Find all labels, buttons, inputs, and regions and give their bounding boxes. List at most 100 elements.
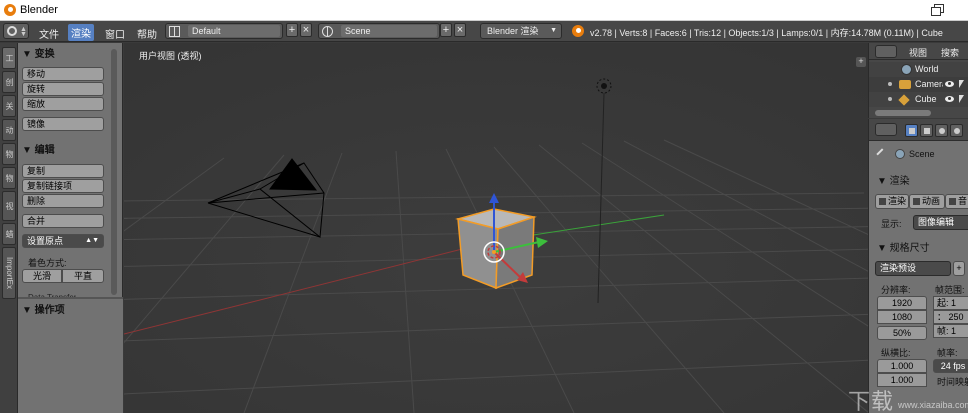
tab-physics-2[interactable]: 物 — [2, 167, 16, 189]
outliner-editor-type-button[interactable] — [875, 45, 897, 58]
viewport-view-label: 用户视图 (透视) — [139, 51, 202, 61]
menu-window[interactable]: 窗口 — [102, 25, 128, 42]
rotate-button[interactable]: 旋转 — [22, 82, 104, 96]
viewport-split-icon[interactable]: + — [856, 57, 866, 67]
visibility-eye-icon[interactable] — [945, 81, 954, 87]
properties-editor-type-button[interactable] — [875, 123, 897, 136]
render-still-button[interactable]: 渲染 — [875, 194, 909, 209]
breadcrumb-scene-label: Scene — [909, 149, 935, 159]
tool-shelf-tabs: 工 创 关 动 物 物 视 蜡 ImportEx — [0, 43, 18, 413]
render-audio-button[interactable]: 音 — [945, 194, 968, 209]
delete-button[interactable]: 删除 — [22, 194, 104, 208]
resolution-label: 分辨率: — [881, 285, 911, 295]
menu-render[interactable]: 渲染 — [68, 24, 94, 41]
mirror-button[interactable]: 镜像 — [22, 117, 104, 131]
screen-layout-icon — [169, 26, 180, 37]
frame-start-field[interactable]: 起: 1 — [933, 296, 968, 310]
render-engine-select[interactable]: Blender 渲染 ▼ — [480, 23, 562, 39]
shade-flat-button[interactable]: 平直 — [62, 269, 104, 283]
resolution-percentage-field[interactable]: 50% — [877, 326, 927, 340]
blender-app-icon — [4, 4, 16, 16]
add-layout-button[interactable]: + — [286, 23, 298, 37]
watermark-logo-text: 下载 — [848, 389, 895, 413]
watermark-url: www.xiazaiba.com — [898, 400, 968, 410]
selectable-arrow-icon[interactable] — [959, 95, 964, 103]
dimensions-panel-header[interactable]: ▼ 规格尺寸 — [877, 239, 930, 254]
render-panel-header[interactable]: ▼ 渲染 — [877, 172, 910, 187]
tab-animation[interactable]: 动 — [2, 119, 16, 141]
camera-icon — [899, 80, 911, 89]
tool-shelf-scrollbar[interactable] — [111, 49, 117, 295]
pin-icon[interactable] — [876, 148, 888, 160]
menu-help[interactable]: 帮助 — [134, 25, 160, 42]
tab-tools[interactable]: 工 — [2, 47, 16, 69]
tab-view[interactable]: 视 — [2, 191, 16, 221]
outliner-row-cube[interactable]: Cube — [869, 92, 968, 107]
selectable-arrow-icon[interactable] — [959, 80, 964, 88]
outliner-row-world[interactable]: World — [869, 62, 968, 77]
frame-rate-select[interactable]: 24 fps — [933, 359, 968, 373]
visibility-eye-icon[interactable] — [945, 96, 954, 102]
tab-relations[interactable]: 关 — [2, 95, 16, 117]
delete-scene-button[interactable]: × — [454, 23, 466, 37]
render-animation-button[interactable]: 动画 — [909, 194, 945, 209]
speaker-icon — [949, 198, 956, 205]
edit-panel-header[interactable]: ▼ 编辑 — [22, 141, 55, 156]
tab-import-export[interactable]: ImportEx — [2, 247, 16, 299]
shade-smooth-button[interactable]: 光滑 — [22, 269, 62, 283]
expand-icon[interactable] — [888, 82, 892, 86]
duplicate-linked-button[interactable]: 复制链接项 — [22, 179, 104, 193]
viewport-scene[interactable] — [124, 43, 868, 413]
duplicate-button[interactable]: 复制 — [22, 164, 104, 178]
aspect-ratio-label: 纵横比: — [881, 348, 911, 358]
tab-create[interactable]: 创 — [2, 71, 16, 93]
menu-file[interactable]: 文件 — [36, 25, 62, 42]
restore-window-icon[interactable] — [930, 3, 944, 17]
3d-viewport[interactable]: 用户视图 (透视) + — [124, 43, 868, 413]
render-engine-label: Blender 渲染 — [487, 26, 539, 36]
properties-editor: Scene ▼ 渲染 渲染 动画 音 显示: 图像编辑 ▼ 规格尺寸 渲染预设 … — [868, 119, 968, 413]
outliner-view-menu[interactable]: 视图 — [909, 46, 927, 59]
translate-button[interactable]: 移动 — [22, 67, 104, 81]
window-title: Blender — [20, 4, 58, 16]
frame-end-field[interactable]: ： 250 — [933, 310, 968, 324]
outliner-horizontal-scrollbar[interactable] — [875, 110, 931, 116]
delete-layout-button[interactable]: × — [300, 23, 312, 37]
scene-field[interactable]: Scene — [341, 25, 437, 37]
outliner-search-menu[interactable]: 搜索 — [941, 46, 959, 59]
outliner-row-camera[interactable]: Camera — [869, 77, 968, 92]
display-label: 显示: — [881, 219, 902, 229]
aspect-x-field[interactable]: 1.000 — [877, 359, 927, 373]
scale-button[interactable]: 缩放 — [22, 97, 104, 111]
render-presets-select[interactable]: 渲染预设 — [875, 261, 951, 276]
tool-shelf: ▼ 变换 移动 旋转 缩放 镜像 ▼ 编辑 复制 复制链接项 删除 合并 设置原… — [18, 43, 123, 297]
operator-panel-header[interactable]: ▼ 操作项 — [22, 301, 65, 316]
join-button[interactable]: 合并 — [22, 214, 104, 228]
tab-physics[interactable]: 物 — [2, 143, 16, 165]
outliner-cube-label: Cube — [915, 94, 937, 104]
chevron-updown-icon: ▲▼ — [20, 26, 27, 38]
properties-breadcrumb: Scene — [869, 143, 968, 165]
transform-panel-header[interactable]: ▼ 变换 — [22, 45, 55, 60]
frame-step-field[interactable]: 帧: 1 — [933, 324, 968, 338]
chevron-updown-icon: ▲▼ — [85, 237, 99, 244]
add-preset-button[interactable]: + — [953, 261, 965, 276]
expand-icon[interactable] — [888, 97, 892, 101]
set-origin-select[interactable]: 设置原点 ▲▼ — [22, 234, 104, 248]
render-layers-context-icon[interactable] — [920, 124, 933, 137]
scene-selector[interactable]: Scene — [318, 23, 440, 39]
resolution-y-field[interactable]: 1080 — [877, 310, 927, 324]
world-context-icon[interactable] — [950, 124, 963, 137]
screen-layout-field[interactable]: Default — [188, 25, 280, 37]
blender-logo-icon — [572, 25, 584, 37]
frame-rate-label: 帧率: — [937, 348, 958, 358]
tab-grease-pencil[interactable]: 蜡 — [2, 223, 16, 245]
add-scene-button[interactable]: + — [440, 23, 452, 37]
resolution-x-field[interactable]: 1920 — [877, 296, 927, 310]
display-mode-select[interactable]: 图像编辑 — [913, 215, 968, 230]
properties-header — [869, 119, 968, 141]
scene-context-icon[interactable] — [935, 124, 948, 137]
render-context-icon[interactable] — [905, 124, 918, 137]
screen-layout-selector[interactable]: Default — [165, 23, 283, 39]
editor-type-button[interactable]: ▲ ▼ — [3, 23, 29, 39]
